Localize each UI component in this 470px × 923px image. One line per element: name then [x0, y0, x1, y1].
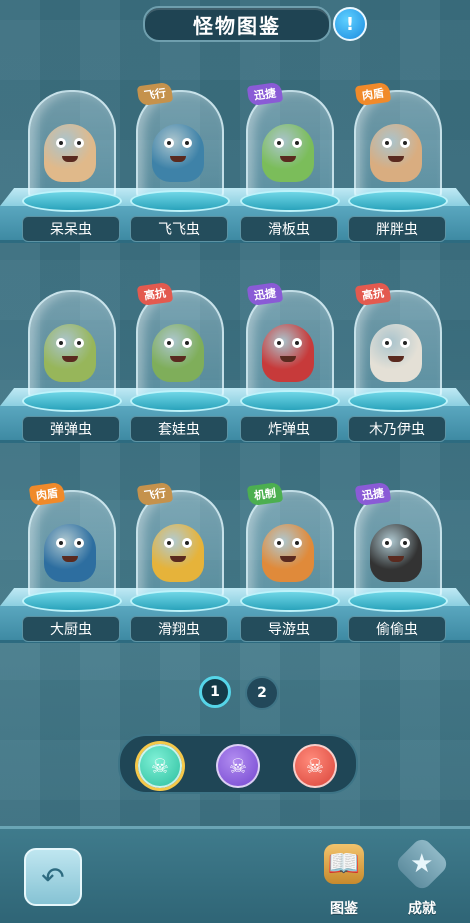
monster-figure	[152, 124, 204, 182]
monster-name: 呆呆虫	[22, 216, 120, 242]
page-1-button[interactable]: 1	[199, 676, 231, 708]
monster-figure	[262, 124, 314, 182]
monster-name: 弹弹虫	[22, 416, 120, 442]
monster-card[interactable]: 高抗 套娃虫	[130, 281, 230, 442]
monster-figure	[44, 124, 96, 182]
title-bar: 怪物图鉴	[143, 6, 331, 42]
dome-base	[22, 390, 122, 412]
dome-base	[240, 390, 340, 412]
skull-crossbones-icon[interactable]: ☠	[216, 744, 260, 788]
nav-guide-label: 图鉴	[330, 901, 358, 917]
monster-card[interactable]: 肉盾 胖胖虫	[348, 81, 448, 242]
dome-base	[22, 590, 122, 612]
dome-base	[240, 190, 340, 212]
dome-base	[130, 390, 230, 412]
nav-guide-button[interactable]: 📖 图鉴	[312, 838, 376, 917]
monster-card[interactable]: 迅捷 偷偷虫	[348, 481, 448, 642]
monster-card[interactable]: 高抗 木乃伊虫	[348, 281, 448, 442]
monster-name: 滑板虫	[240, 216, 338, 242]
flame-skull-icon[interactable]: ☠	[293, 744, 337, 788]
monster-card[interactable]: 迅捷 滑板虫	[240, 81, 340, 242]
dome-base	[348, 190, 448, 212]
dome-base	[348, 590, 448, 612]
monster-card[interactable]: 呆呆虫	[22, 90, 122, 242]
dome-base	[130, 190, 230, 212]
monster-figure	[370, 324, 422, 382]
monster-name: 炸弹虫	[240, 416, 338, 442]
monster-figure	[44, 524, 96, 582]
monster-name: 胖胖虫	[348, 216, 446, 242]
monster-card[interactable]: 弹弹虫	[22, 290, 122, 442]
star-icon: ★	[393, 835, 451, 893]
dome-base	[22, 190, 122, 212]
monster-name: 木乃伊虫	[348, 416, 446, 442]
nav-achievement-button[interactable]: ★ 成就	[390, 835, 454, 917]
monster-name: 大厨虫	[22, 616, 120, 642]
book-icon: 📖	[324, 844, 364, 884]
monster-name: 套娃虫	[130, 416, 228, 442]
monster-figure	[152, 324, 204, 382]
dome-base	[130, 590, 230, 612]
monster-name: 导游虫	[240, 616, 338, 642]
skull-icon[interactable]: ☠	[138, 744, 182, 788]
back-arrow-icon[interactable]: ↶	[24, 848, 82, 906]
exclamation-icon[interactable]: !	[333, 7, 367, 41]
page-2-button[interactable]: 2	[245, 676, 279, 710]
monster-figure	[262, 324, 314, 382]
monster-card[interactable]: 机制 导游虫	[240, 481, 340, 642]
dome-base	[240, 590, 340, 612]
monster-name: 偷偷虫	[348, 616, 446, 642]
monster-card[interactable]: 迅捷 炸弹虫	[240, 281, 340, 442]
monster-figure	[262, 524, 314, 582]
monster-figure	[370, 124, 422, 182]
monster-name: 飞飞虫	[130, 216, 228, 242]
nav-achievement-label: 成就	[408, 901, 436, 917]
monster-figure	[152, 524, 204, 582]
monster-figure	[370, 524, 422, 582]
monster-card[interactable]: 飞行 滑翔虫	[130, 481, 230, 642]
monster-card[interactable]: 肉盾 大厨虫	[22, 481, 122, 642]
dome-base	[348, 390, 448, 412]
monster-card[interactable]: 飞行 飞飞虫	[130, 81, 230, 242]
monster-name: 滑翔虫	[130, 616, 228, 642]
page-title: 怪物图鉴	[193, 13, 281, 38]
monster-figure	[44, 324, 96, 382]
